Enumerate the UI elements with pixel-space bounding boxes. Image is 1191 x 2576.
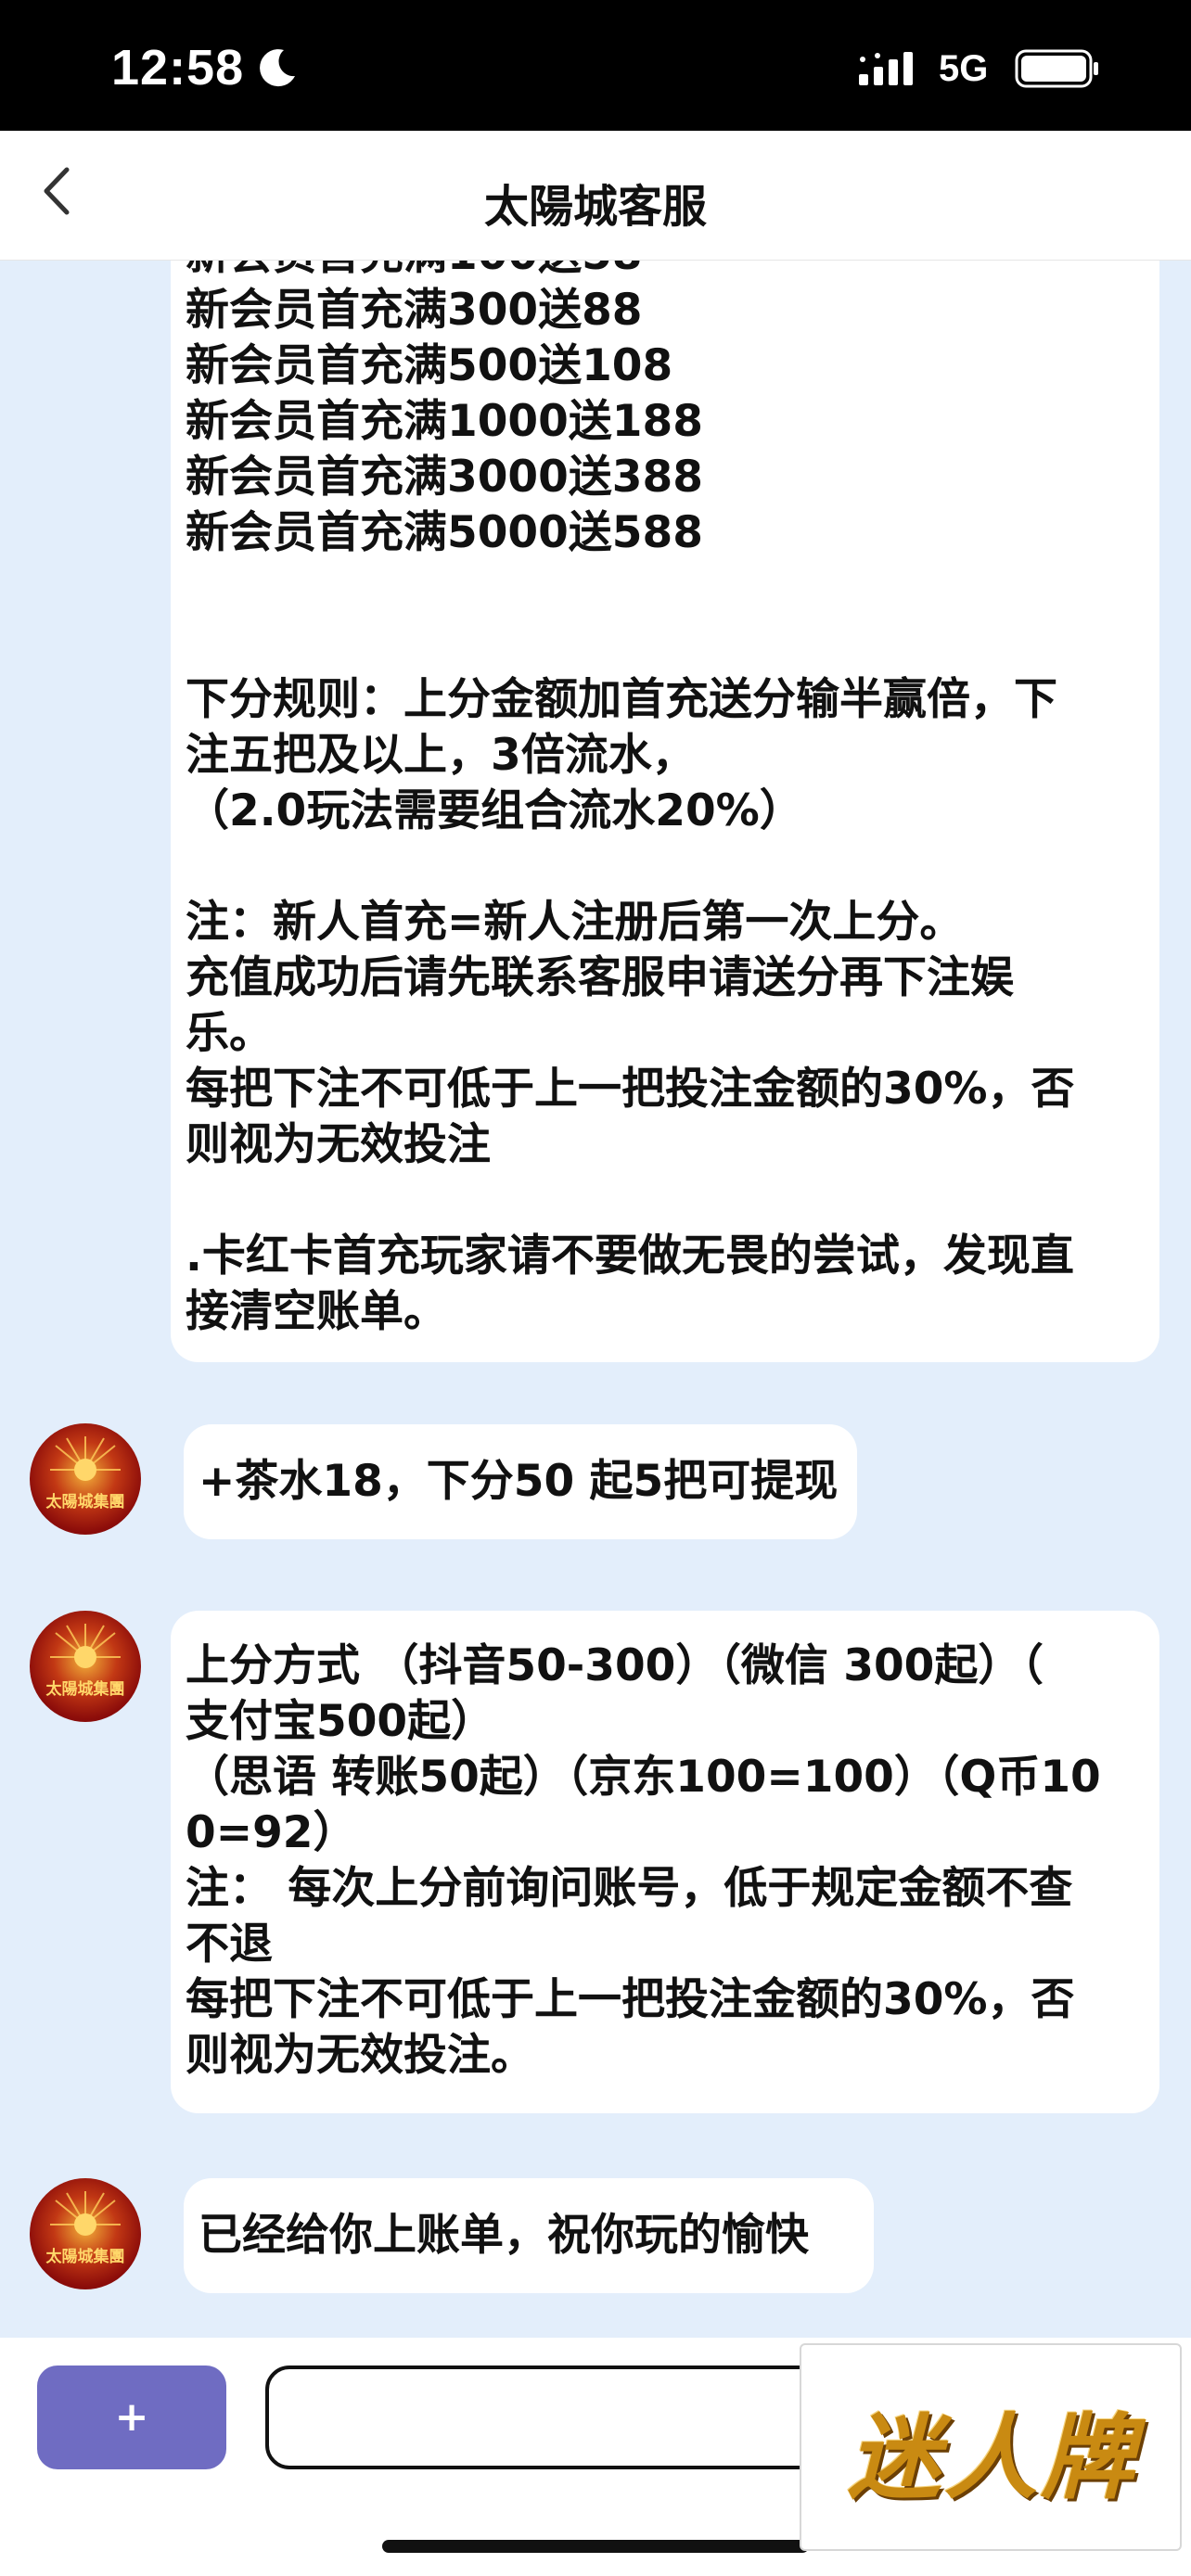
- sun-logo-icon: [50, 2191, 121, 2236]
- avatar-label: 太陽城集團: [45, 1493, 125, 1511]
- sun-logo-icon: [50, 1624, 121, 1668]
- status-bar: 12:58 5G: [0, 0, 1191, 131]
- message-line: 新会员首充满500送108: [186, 340, 673, 391]
- message-line: 不退: [186, 1919, 273, 1970]
- message-line: 下分规则：上分金额加首充送分输半赢倍，下: [186, 674, 1057, 725]
- message-line: 乐。: [186, 1008, 273, 1059]
- message-line: [186, 839, 1075, 895]
- message-line: .卡红卡首充玩家请不要做无畏的尝试，发现直: [186, 1231, 1074, 1282]
- message-line: [186, 561, 1075, 617]
- message-line: [186, 617, 1075, 672]
- message-line: 新会员首充满1000送188: [186, 396, 703, 447]
- message-bubble: 新会员首充满100送58 新会员首充满300送88 新会员首充满500送108 …: [171, 261, 1159, 1362]
- message-line: 注五把及以上，3倍流水，: [186, 730, 696, 781]
- network-label: 5G: [939, 48, 989, 89]
- message-bubble: 上分方式 （抖音50-300）（微信 300起）（ 支付宝500起） （思语 转…: [171, 1611, 1159, 2113]
- chat-area[interactable]: 新会员首充满100送58 新会员首充满300送88 新会员首充满500送108 …: [0, 261, 1191, 2338]
- message-line: 上分方式 （抖音50-300）（微信 300起）（: [186, 1640, 1044, 1691]
- message-line: 则视为无效投注: [186, 1119, 491, 1170]
- message-line: [186, 1173, 1075, 1229]
- sun-logo-icon: [50, 1436, 121, 1481]
- message-line: 新会员首充满5000送588: [186, 507, 703, 558]
- message-line: （2.0玩法需要组合流水20%）: [186, 785, 803, 836]
- message-line: 支付宝500起）: [186, 1696, 495, 1747]
- message-line: （思语 转账50起）（京东100=100）（Q币10: [186, 1752, 1101, 1803]
- message-line: 新会员首充满300送88: [186, 285, 643, 336]
- moon-icon: [260, 49, 295, 87]
- message-bubble: 已经给你上账单，祝你玩的愉快: [184, 2178, 874, 2293]
- message-line: +茶水18，下分50 起5把可提现: [198, 1456, 839, 1507]
- battery-icon: [1015, 49, 1098, 88]
- plus-button[interactable]: +: [37, 2366, 226, 2469]
- home-indicator: [382, 2540, 809, 2553]
- message-line: 新会员首充满100送58: [186, 261, 1075, 283]
- message-line: 0=92）: [186, 1807, 357, 1858]
- message-line: 接清空账单。: [186, 1286, 447, 1337]
- status-time: 12:58: [111, 40, 245, 96]
- message-line: 充值成功后请先联系客服申请送分再下注娱: [186, 952, 1014, 1003]
- nav-bar: 太陽城客服: [0, 131, 1191, 261]
- avatar[interactable]: 太陽城集團: [30, 1611, 141, 1722]
- avatar[interactable]: 太陽城集團: [30, 1423, 141, 1535]
- message-line: 注： 每次上分前询问账号，低于规定金额不查: [186, 1863, 1073, 1914]
- message-line: 注：新人首充=新人注册后第一次上分。: [186, 897, 964, 948]
- signal-icon: [859, 52, 913, 85]
- message-line: 每把下注不可低于上一把投注金额的30%，否: [186, 1974, 1075, 2025]
- brand-logo: 迷人牌: [848, 2403, 1137, 2512]
- avatar[interactable]: 太陽城集團: [30, 2178, 141, 2289]
- message-line: 新会员首充满3000送388: [186, 452, 703, 503]
- avatar-label: 太陽城集團: [45, 1680, 125, 1699]
- message-line: 则视为无效投注。: [186, 2030, 534, 2081]
- avatar-label: 太陽城集團: [45, 2248, 125, 2266]
- message-line: 每把下注不可低于上一把投注金额的30%，否: [186, 1064, 1075, 1115]
- message-bubble: +茶水18，下分50 起5把可提现: [184, 1424, 857, 1539]
- message-line: 已经给你上账单，祝你玩的愉快: [198, 2210, 809, 2261]
- page-title: 太陽城客服: [483, 181, 707, 233]
- brand-watermark: 迷人牌: [800, 2343, 1182, 2551]
